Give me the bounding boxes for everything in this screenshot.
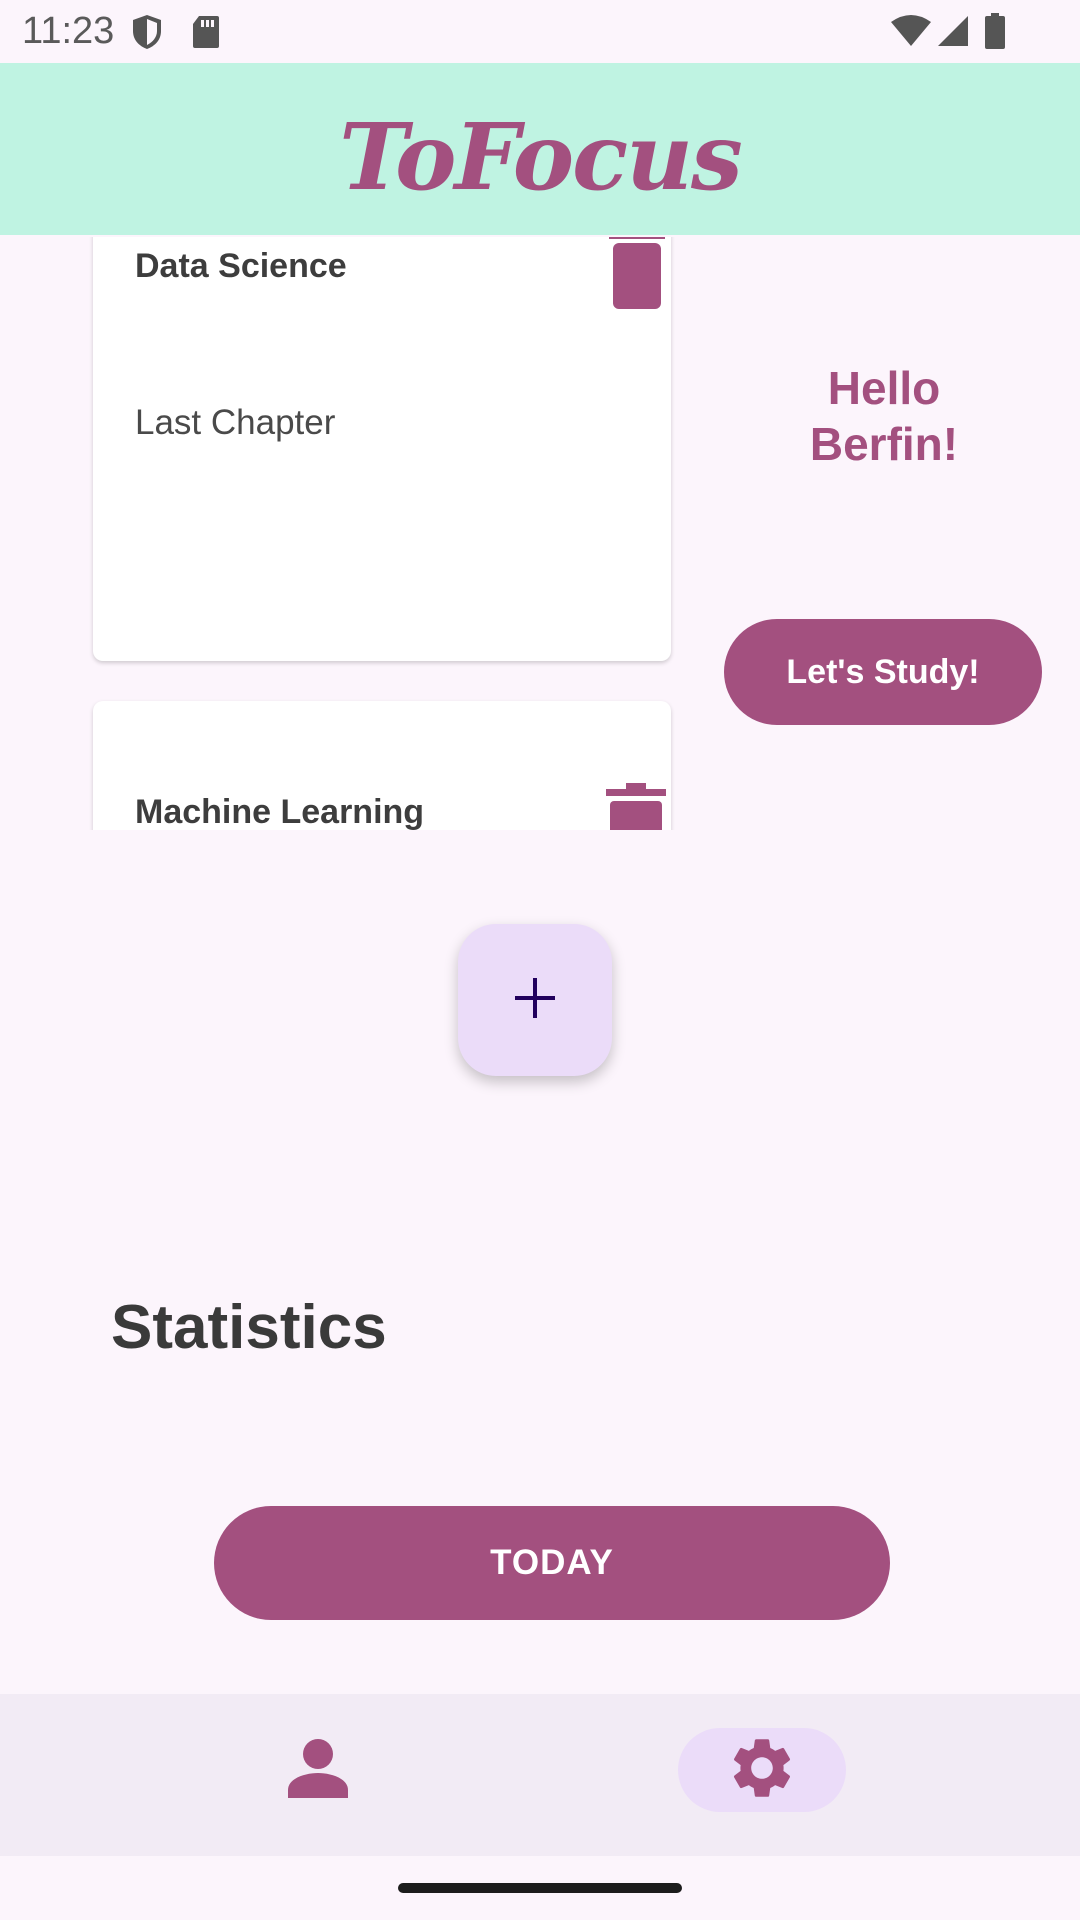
app-bar: ToFocus (0, 63, 1080, 235)
gear-icon (726, 1732, 798, 1809)
plus-icon (515, 977, 555, 1023)
status-bar: 11:23 (0, 0, 1080, 63)
person-icon (286, 1736, 350, 1805)
shield-icon (130, 13, 164, 56)
greeting-line-2: Berfin! (809, 418, 959, 470)
app-title: ToFocus (339, 103, 743, 211)
status-time: 11:23 (22, 10, 115, 52)
battery-icon (984, 12, 1006, 55)
task-description: Last Chapter (135, 403, 336, 442)
nav-item-settings[interactable] (678, 1728, 846, 1812)
task-card[interactable]: Machine Learning (93, 701, 671, 830)
greeting: Hello Berfin! (724, 360, 1044, 472)
task-card[interactable]: Data Science Last Chapter (93, 237, 671, 661)
add-task-button[interactable] (458, 924, 612, 1076)
greeting-line-1: Hello (827, 362, 941, 414)
bottom-nav (0, 1694, 1080, 1856)
sd-card-icon (190, 13, 220, 56)
lets-study-button[interactable]: Let's Study! (724, 619, 1042, 725)
nav-item-profile[interactable] (234, 1728, 402, 1812)
trash-icon[interactable] (604, 783, 668, 830)
task-list[interactable]: Data Science Last Chapter Machine Learni… (80, 237, 680, 830)
task-title: Machine Learning (135, 793, 425, 830)
statistics-title: Statistics (111, 1293, 387, 1362)
trash-icon[interactable] (607, 237, 667, 314)
task-title: Data Science (135, 247, 347, 285)
today-button[interactable]: TODAY (214, 1506, 890, 1620)
wifi-icon (890, 14, 932, 53)
signal-icon (936, 14, 970, 53)
home-indicator[interactable] (398, 1883, 682, 1893)
